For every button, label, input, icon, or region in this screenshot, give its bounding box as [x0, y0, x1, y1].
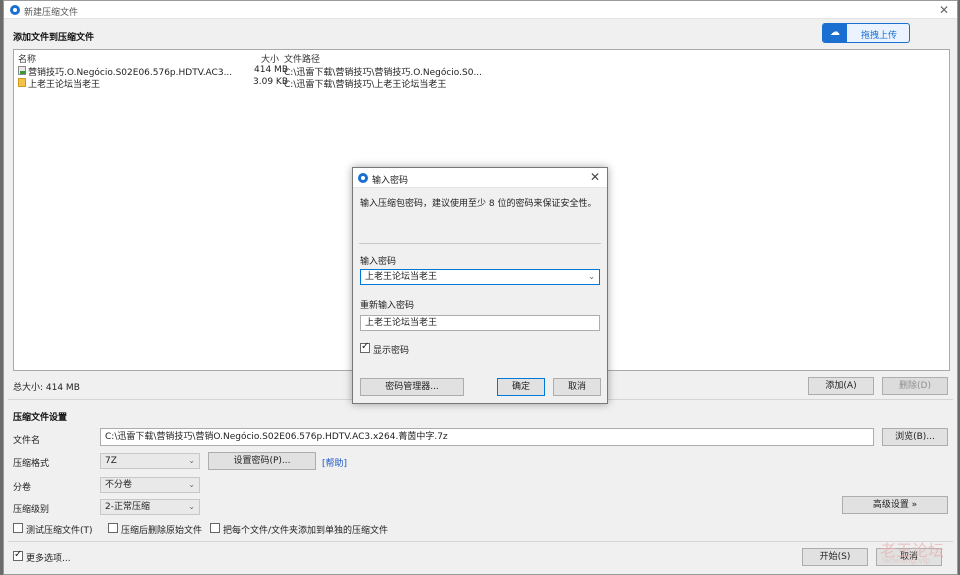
split-value: 不分卷	[105, 480, 133, 490]
separate-archives-label: 把每个文件/文件夹添加到单独的压缩文件	[223, 526, 389, 536]
show-password-label: 显示密码	[373, 346, 410, 356]
title-bar: 新建压缩文件 ✕	[4, 1, 957, 19]
more-options-label: 更多选项...	[26, 554, 71, 564]
password-dialog: 输入密码 ✕ 输入压缩包密码，建议使用至少 8 位的密码来保证安全性。 输入密码…	[352, 167, 608, 404]
window-title: 新建压缩文件	[24, 8, 79, 18]
dialog-hint: 输入压缩包密码，建议使用至少 8 位的密码来保证安全性。	[360, 199, 597, 209]
dialog-close-button[interactable]: ✕	[590, 170, 600, 184]
format-label: 压缩格式	[13, 459, 50, 469]
split-select[interactable]: 不分卷 ⌄	[100, 477, 200, 493]
window-close-button[interactable]: ✕	[939, 3, 949, 17]
drag-upload-button[interactable]: ☁ 拖拽上传	[822, 23, 910, 43]
format-select[interactable]: 7Z ⌄	[100, 453, 200, 469]
column-header-size[interactable]: 大小	[261, 52, 279, 65]
password-manager-button[interactable]: 密码管理器...	[360, 378, 464, 396]
test-archive-checkbox[interactable]	[13, 523, 23, 533]
file-path: C:\迅雷下载\营销技巧\上老王论坛当老王	[284, 80, 447, 90]
password-input[interactable]: 上老王论坛当老王 ⌄	[360, 269, 600, 285]
format-value: 7Z	[105, 456, 117, 466]
show-password-checkbox[interactable]	[360, 341, 370, 353]
chevron-down-icon[interactable]: ⌄	[588, 270, 595, 284]
divider	[359, 243, 601, 244]
filename-label: 文件名	[13, 436, 41, 446]
filename-field[interactable]: C:\迅雷下载\营销技巧\营销O.Negócio.S02E06.576p.HDT…	[100, 428, 874, 446]
column-header-path[interactable]: 文件路径	[284, 52, 320, 65]
delete-after-label: 压缩后删除原始文件	[121, 526, 203, 536]
add-button[interactable]: 添加(A)	[808, 377, 874, 395]
chevron-down-icon: ⌄	[188, 456, 195, 465]
video-file-icon	[18, 66, 26, 75]
file-size: 414 MB	[254, 65, 288, 75]
dialog-title: 输入密码	[372, 176, 409, 186]
file-size: 3.09 KB	[253, 77, 288, 87]
archive-settings-heading: 压缩文件设置	[13, 413, 68, 423]
total-size: 总大小: 414 MB	[13, 383, 80, 393]
chevron-down-icon: ⌄	[188, 502, 195, 511]
password-label: 输入密码	[360, 257, 397, 267]
advanced-settings-button[interactable]: 高级设置 »	[842, 496, 948, 514]
password-value: 上老王论坛当老王	[365, 272, 438, 282]
test-archive-label: 测试压缩文件(T)	[26, 526, 93, 536]
set-password-button[interactable]: 设置密码(P)...	[208, 452, 316, 470]
dialog-cancel-button[interactable]: 取消	[553, 378, 601, 396]
more-options-checkbox[interactable]	[13, 549, 23, 561]
delete-button[interactable]: 删除(D)	[882, 377, 948, 395]
ok-button[interactable]: 确定	[497, 378, 545, 396]
file-name: 上老王论坛当老王	[28, 80, 101, 90]
folder-icon	[18, 78, 26, 87]
level-value: 2-正常压缩	[105, 502, 150, 512]
level-label: 压缩级别	[13, 505, 50, 515]
dialog-title-bar: 输入密码 ✕	[353, 168, 607, 188]
split-label: 分卷	[13, 483, 32, 493]
level-select[interactable]: 2-正常压缩 ⌄	[100, 499, 200, 515]
watermark-url: laowang.vip	[882, 556, 931, 565]
file-row[interactable]: 营销技巧.O.Negócio.S02E06.576p.HDTV.AC3... 4…	[14, 65, 484, 78]
add-files-heading: 添加文件到压缩文件	[13, 33, 95, 43]
confirm-password-input[interactable]: 上老王论坛当老王	[360, 315, 600, 331]
drag-upload-label: 拖拽上传	[861, 31, 898, 41]
app-logo-icon	[10, 5, 20, 15]
divider	[8, 541, 953, 542]
chevron-down-icon: ⌄	[188, 480, 195, 489]
delete-after-checkbox[interactable]	[108, 523, 118, 533]
file-row[interactable]: 上老王论坛当老王 3.09 KB C:\迅雷下载\营销技巧\上老王论坛当老王	[14, 77, 484, 90]
browse-button[interactable]: 浏览(B)...	[882, 428, 948, 446]
app-logo-icon	[358, 173, 368, 183]
confirm-password-label: 重新输入密码	[360, 301, 415, 311]
separate-archives-checkbox[interactable]	[210, 523, 220, 533]
start-button[interactable]: 开始(S)	[802, 548, 868, 566]
column-header-name[interactable]: 名称	[18, 52, 36, 65]
help-link[interactable]: [帮助]	[322, 456, 347, 469]
cloud-icon: ☁	[823, 24, 847, 42]
